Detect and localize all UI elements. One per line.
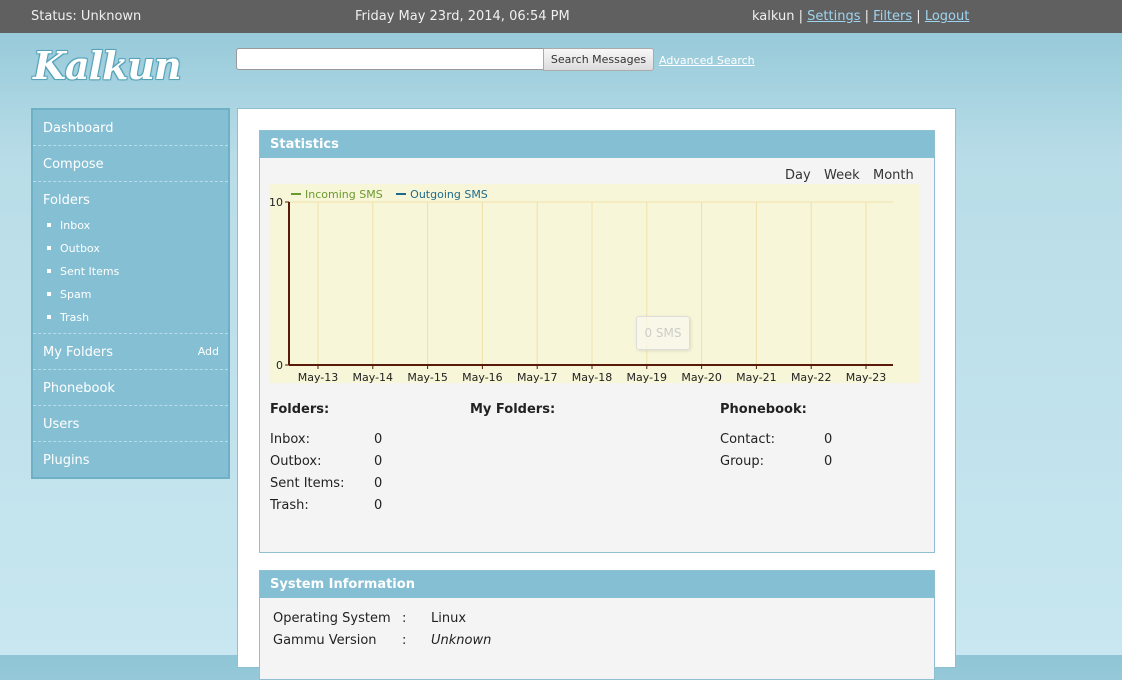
sidebar-item-label: My Folders (43, 345, 113, 360)
bullet-icon (47, 292, 51, 296)
sysinfo-value: Linux (431, 611, 467, 626)
chart-svg: 0 10 May-13 May-14 May-15 May-16 May-17 May-18 M… (269, 196, 893, 384)
phonebook-stat-label: Contact: (720, 432, 775, 447)
folder-stat-value: 0 (374, 498, 383, 513)
bullet-icon (47, 269, 51, 273)
my-folders-section-title: My Folders: (470, 402, 556, 417)
sidebar-item-label: Compose (43, 157, 104, 172)
sysinfo-colon: : (402, 611, 407, 626)
legend-outgoing: Outgoing SMS (396, 188, 488, 201)
sidebar-item-label: Folders (43, 193, 90, 208)
sidebar-item-label: Users (43, 417, 80, 432)
kalkun-logo[interactable]: Kalkun (33, 43, 182, 88)
y-tick-label: 0 (276, 359, 283, 372)
x-tick-label: May-16 (462, 371, 503, 383)
legend-label: Incoming SMS (305, 188, 383, 201)
sidebar-subitem-outbox[interactable]: Outbox (47, 242, 100, 255)
sidebar-item-label: Phonebook (43, 381, 115, 396)
sidebar: Dashboard Compose Folders Inbox Outbox S… (31, 108, 230, 479)
add-folder-link[interactable]: Add (198, 345, 219, 358)
subitem-label: Spam (60, 288, 92, 301)
username: kalkun (752, 9, 795, 24)
sidebar-item-label: Dashboard (43, 121, 114, 136)
sidebar-subitem-sent-items[interactable]: Sent Items (47, 265, 119, 278)
sysinfo-colon: : (402, 633, 407, 648)
sidebar-item-dashboard[interactable]: Dashboard (33, 110, 228, 146)
search-messages-button[interactable]: Search Messages (543, 48, 654, 71)
settings-link[interactable]: Settings (807, 9, 860, 24)
x-tick-label: May-14 (353, 371, 394, 383)
x-tick-label: May-22 (791, 371, 832, 383)
statistics-title: Statistics (260, 131, 934, 158)
x-tick-label: May-13 (298, 371, 339, 383)
sidebar-item-phonebook[interactable]: Phonebook (33, 370, 228, 406)
subitem-label: Outbox (60, 242, 100, 255)
legend-swatch (291, 193, 301, 195)
sidebar-item-users[interactable]: Users (33, 406, 228, 442)
advanced-search-link[interactable]: Advanced Search (659, 54, 755, 67)
legend-label: Outgoing SMS (410, 188, 488, 201)
x-tick-label: May-23 (846, 371, 887, 383)
sidebar-item-my-folders[interactable]: My Folders Add (33, 334, 228, 370)
statistics-panel: Statistics Day Week Month 0 10 May-13 May-1… (259, 130, 935, 553)
x-tick-label: May-17 (517, 371, 558, 383)
x-tick-label: May-19 (627, 371, 668, 383)
legend-swatch (396, 193, 407, 195)
top-bar: Status: Unknown Friday May 23rd, 2014, 0… (0, 0, 1122, 33)
x-tick-label: May-15 (407, 371, 448, 383)
bullet-icon (47, 315, 51, 319)
system-info-panel: System Information Operating System : Li… (259, 570, 935, 680)
subitem-label: Inbox (60, 219, 91, 232)
folder-stat-label: Inbox: (270, 432, 310, 447)
legend-incoming: Incoming SMS (291, 188, 383, 201)
range-month-button[interactable]: Month (873, 168, 914, 183)
separator: | (798, 9, 804, 24)
range-week-button[interactable]: Week (824, 168, 860, 183)
filters-link[interactable]: Filters (873, 9, 912, 24)
phonebook-stat-label: Group: (720, 454, 764, 469)
bullet-icon (47, 246, 51, 250)
sidebar-subitem-trash[interactable]: Trash (47, 311, 89, 324)
system-info-title: System Information (260, 571, 934, 598)
folder-stat-label: Sent Items: (270, 476, 345, 491)
chart-tooltip: 0 SMS (636, 316, 690, 350)
sidebar-subitem-inbox[interactable]: Inbox (47, 219, 90, 232)
status-text: Status: Unknown (31, 9, 142, 24)
folders-section-title: Folders: (270, 402, 330, 417)
folder-stat-value: 0 (374, 432, 383, 447)
folder-stat-label: Trash: (270, 498, 309, 513)
phonebook-stat-value: 0 (824, 454, 833, 469)
folder-stat-label: Outbox: (270, 454, 322, 469)
sysinfo-label: Gammu Version (273, 633, 377, 648)
folder-stat-value: 0 (374, 454, 383, 469)
user-links: kalkun | Settings | Filters | Logout (752, 9, 969, 24)
main-content: Statistics Day Week Month 0 10 May-13 May-1… (237, 108, 956, 680)
sidebar-item-label: Plugins (43, 453, 90, 468)
bullet-icon (47, 223, 51, 227)
datetime-text: Friday May 23rd, 2014, 06:54 PM (355, 9, 570, 24)
chart-legend: Incoming SMS Outgoing SMS (291, 188, 498, 201)
separator: | (864, 9, 870, 24)
phonebook-section-title: Phonebook: (720, 402, 807, 417)
subitem-label: Trash (60, 311, 90, 324)
sms-chart: 0 10 May-13 May-14 May-15 May-16 May-17 May-18 M… (269, 184, 920, 384)
separator: | (916, 9, 921, 24)
sidebar-subitem-spam[interactable]: Spam (47, 288, 91, 301)
search-input[interactable] (236, 48, 544, 70)
range-day-button[interactable]: Day (785, 168, 811, 183)
phonebook-stat-value: 0 (824, 432, 833, 447)
sysinfo-value: Unknown (431, 633, 492, 648)
x-tick-label: May-20 (681, 371, 722, 383)
sysinfo-label: Operating System (273, 611, 391, 626)
sidebar-item-compose[interactable]: Compose (33, 146, 228, 182)
x-tick-label: May-18 (572, 371, 613, 383)
x-tick-label: May-21 (736, 371, 777, 383)
logout-link[interactable]: Logout (925, 9, 970, 24)
y-tick-label: 10 (270, 196, 283, 209)
folder-stat-value: 0 (374, 476, 383, 491)
sidebar-item-plugins[interactable]: Plugins (33, 442, 228, 478)
subitem-label: Sent Items (60, 265, 120, 278)
